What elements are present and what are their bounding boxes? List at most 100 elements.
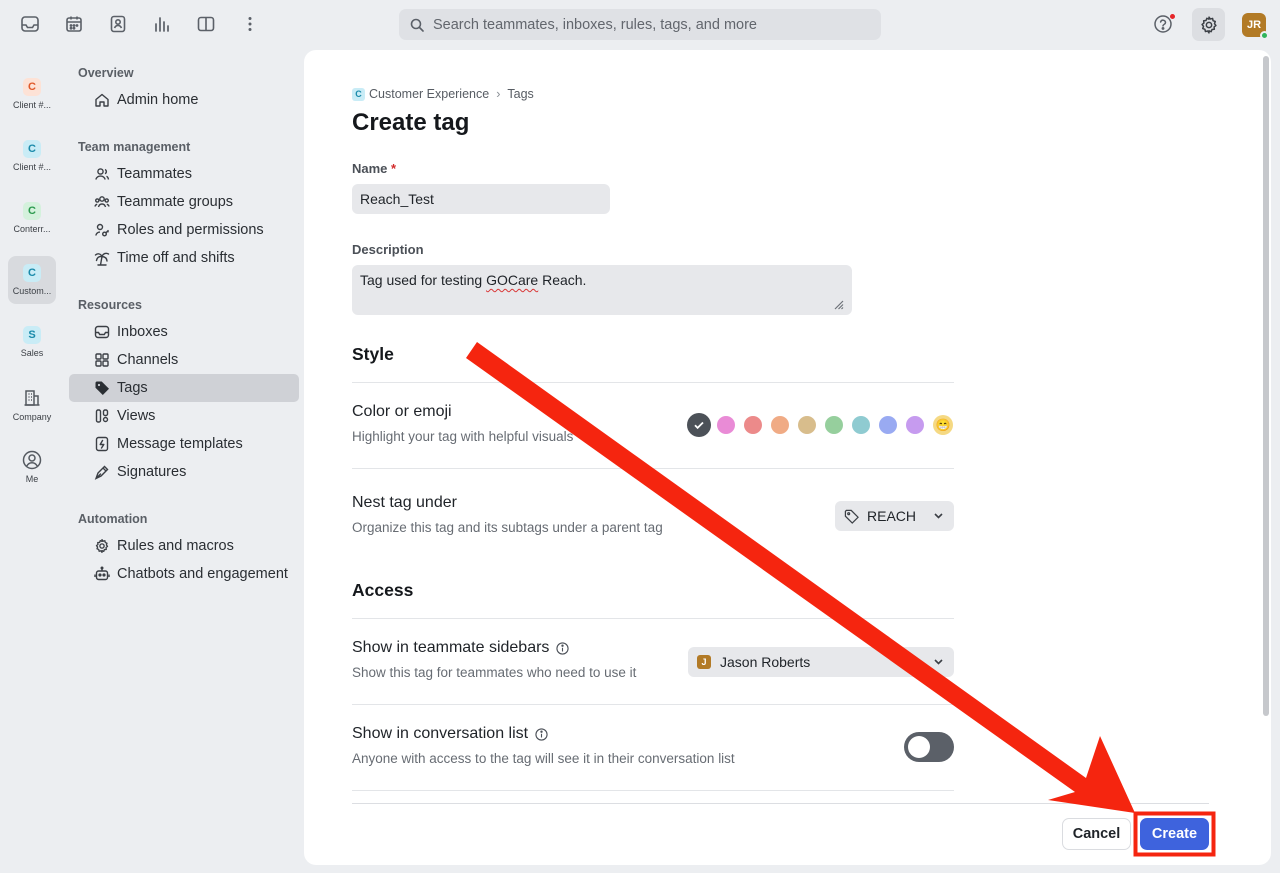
name-field[interactable]: Reach_Test [352, 184, 610, 214]
color-swatch[interactable] [771, 416, 789, 434]
rail-workspace-2[interactable]: C Client #... [8, 132, 56, 180]
rail-company[interactable]: Company [8, 380, 56, 428]
nav-heading-team: Team management [78, 140, 191, 154]
color-swatch[interactable] [852, 416, 870, 434]
nav-item-message-templates[interactable]: Message templates [69, 430, 299, 458]
color-swatch[interactable] [798, 416, 816, 434]
nav-item-chatbots[interactable]: Chatbots and engagement [69, 560, 299, 588]
pen-nib-icon [93, 463, 111, 481]
nav-label: Message templates [117, 436, 243, 452]
building-icon [22, 388, 42, 408]
nav-item-admin-home[interactable]: Admin home [69, 86, 299, 114]
online-status-dot [1260, 31, 1269, 40]
nav-heading-resources: Resources [78, 298, 142, 312]
contacts-icon[interactable] [107, 12, 129, 36]
user-avatar[interactable]: JR [1242, 13, 1269, 40]
nav-item-inboxes[interactable]: Inboxes [69, 318, 299, 346]
gear-icon [1200, 15, 1217, 34]
search-placeholder: Search teammates, inboxes, rules, tags, … [433, 16, 757, 33]
rail-workspace-5[interactable]: S Sales [8, 318, 56, 366]
emoji-picker-button[interactable]: 😁 [933, 415, 953, 435]
description-field[interactable]: Tag used for testing GOCare Reach. [352, 265, 852, 315]
rail-label: Conterr... [13, 224, 51, 234]
nav-label: Rules and macros [117, 538, 234, 554]
resize-handle-icon[interactable] [833, 299, 844, 310]
info-icon[interactable] [535, 727, 548, 741]
rail-label: Client #... [12, 162, 52, 172]
nav-label: Teammates [117, 166, 192, 182]
create-button[interactable]: Create [1140, 818, 1209, 850]
nav-item-signatures[interactable]: Signatures [69, 458, 299, 486]
nav-item-channels[interactable]: Channels [69, 346, 299, 374]
nav-item-views[interactable]: Views [69, 402, 299, 430]
rail-label: Sales [20, 348, 44, 358]
color-swatch[interactable] [879, 416, 897, 434]
convlist-title: Show in conversation list [352, 725, 548, 743]
description-text-end: Reach. [538, 272, 587, 288]
more-icon[interactable] [239, 12, 261, 36]
home-icon [93, 91, 111, 109]
color-swatch[interactable] [906, 416, 924, 434]
nav-label: Time off and shifts [117, 250, 235, 266]
access-heading: Access [352, 580, 414, 600]
group-icon [93, 193, 111, 211]
convlist-title-text: Show in conversation list [352, 725, 529, 742]
top-bar: Search teammates, inboxes, rules, tags, … [0, 0, 1280, 50]
inbox-icon[interactable] [19, 12, 41, 36]
footer-divider [352, 803, 1209, 804]
color-swatches: 😁 [687, 413, 953, 437]
cancel-button[interactable]: Cancel [1062, 818, 1131, 850]
workspace-badge: S [23, 326, 41, 344]
breadcrumb-parent[interactable]: Customer Experience [369, 87, 489, 101]
rail-workspace-4[interactable]: C Custom... [8, 256, 56, 304]
person-key-icon [93, 221, 111, 239]
teammate-select[interactable]: J Jason Roberts [688, 647, 954, 677]
workspace-badge: C [352, 87, 365, 101]
name-label: Name * [352, 161, 396, 176]
parent-tag-value: REACH [867, 508, 917, 524]
analytics-icon[interactable] [151, 12, 173, 36]
color-swatch-selected[interactable] [687, 413, 711, 437]
nav-item-teammate-groups[interactable]: Teammate groups [69, 188, 299, 216]
nav-item-teammates[interactable]: Teammates [69, 160, 299, 188]
split-view-icon[interactable] [195, 12, 217, 36]
parent-tag-select[interactable]: REACH [835, 501, 954, 531]
rail-workspace-3[interactable]: C Conterr... [8, 194, 56, 242]
nav-label: Signatures [117, 464, 187, 480]
rail-me[interactable]: Me [8, 442, 56, 490]
nav-item-roles[interactable]: Roles and permissions [69, 216, 299, 244]
nest-subtitle: Organize this tag and its subtags under … [352, 520, 663, 535]
rail-label-company: Company [12, 412, 52, 422]
rail-label-me: Me [25, 474, 39, 484]
nav-label: Admin home [117, 92, 199, 108]
nav-label: Views [117, 408, 156, 424]
breadcrumb-current[interactable]: Tags [507, 87, 533, 101]
nav-item-time-off[interactable]: Time off and shifts [69, 244, 299, 272]
sidebars-subtitle: Show this tag for teammates who need to … [352, 665, 637, 680]
calendar-icon[interactable] [63, 12, 85, 36]
color-swatch[interactable] [825, 416, 843, 434]
search-input[interactable]: Search teammates, inboxes, rules, tags, … [399, 9, 881, 40]
color-swatch[interactable] [744, 416, 762, 434]
color-swatch[interactable] [717, 416, 735, 434]
notification-dot [1169, 13, 1176, 20]
scrollbar[interactable] [1263, 56, 1269, 716]
color-title: Color or emoji [352, 403, 452, 420]
nav-label: Chatbots and engagement [117, 566, 288, 582]
settings-button[interactable] [1192, 8, 1225, 41]
breadcrumb: C Customer Experience › Tags [352, 87, 534, 101]
lightning-doc-icon [93, 435, 111, 453]
nav-item-rules[interactable]: Rules and macros [69, 532, 299, 560]
nav-heading-overview: Overview [78, 66, 134, 80]
info-icon[interactable] [556, 641, 570, 655]
rail-workspace-1[interactable]: C Client #... [8, 70, 56, 118]
divider [352, 468, 954, 469]
page-title: Create tag [352, 109, 470, 136]
palm-tree-icon [93, 249, 111, 267]
description-label: Description [352, 242, 424, 257]
convlist-toggle[interactable] [904, 732, 954, 762]
checkmark-icon [694, 421, 704, 430]
divider [352, 790, 954, 791]
nav-item-tags[interactable]: Tags [69, 374, 299, 402]
help-icon[interactable] [1152, 12, 1176, 36]
